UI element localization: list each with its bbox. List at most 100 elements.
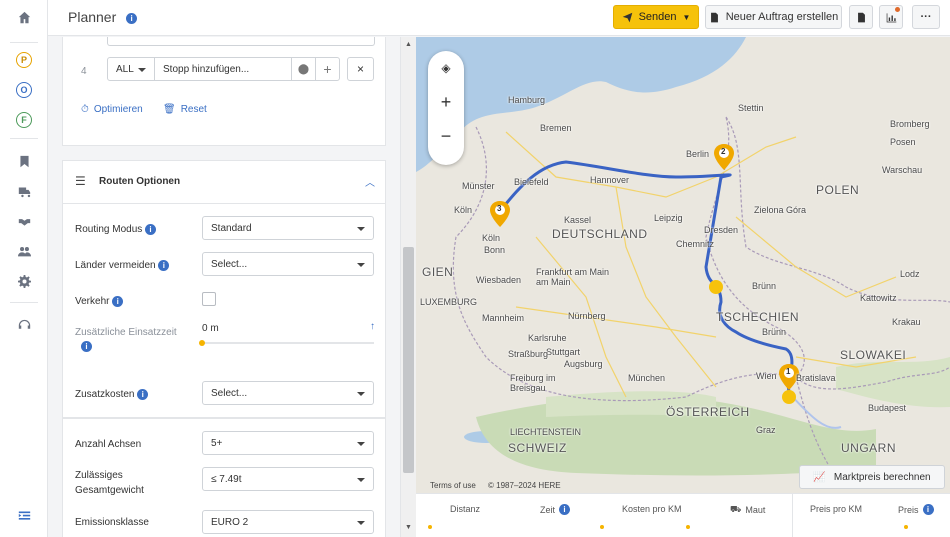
city-label: Warschau [882, 165, 923, 175]
rail-letter-o[interactable]: O [0, 75, 48, 105]
scroll-up-arrow[interactable]: ▲ [405, 41, 412, 48]
city-label: Berlin [686, 149, 710, 159]
send-button[interactable]: Senden ▼ [613, 5, 699, 29]
terms-link[interactable]: Terms of use [430, 481, 476, 490]
rail-divider [10, 42, 38, 43]
plus-icon: + [323, 61, 332, 77]
info-icon[interactable]: i [559, 504, 571, 515]
city-label: Chemnitz [676, 239, 715, 249]
left-panel: 4 ALL Stopp hinzufügen... ⬤ + × ⏱ Optimi… [48, 37, 400, 537]
info-icon[interactable]: i [112, 295, 124, 307]
scroll-thumb[interactable] [403, 247, 414, 473]
city-label: Lodz [900, 269, 920, 279]
distance-indicator [428, 525, 432, 529]
pdf-button[interactable] [849, 5, 873, 29]
reset-link[interactable]: 🗑 Reset [163, 104, 207, 115]
info-icon[interactable]: i [137, 388, 149, 400]
avoid-countries-select[interactable]: Select... [202, 252, 374, 276]
gear-icon[interactable] [0, 266, 48, 296]
country-label: TSCHECHIEN [716, 310, 800, 324]
more-label: ··· [920, 11, 932, 23]
route-options-header[interactable]: ☰ Routen Optionen ︿ [63, 161, 385, 204]
remove-stop-button[interactable]: × [347, 57, 374, 81]
optimize-label: Optimieren [93, 104, 143, 115]
stops-card: 4 ALL Stopp hinzufügen... ⬤ + × ⏱ Optimi… [62, 37, 386, 146]
new-order-label: Neuer Auftrag erstellen [725, 11, 839, 23]
price-indicator [904, 525, 908, 529]
info-icon[interactable]: i [126, 12, 138, 24]
collapse-menu-icon[interactable] [0, 500, 48, 530]
info-icon[interactable]: i [81, 341, 92, 352]
close-icon: × [356, 62, 364, 76]
country-label: UNGARN [841, 441, 897, 455]
panel-scrollbar[interactable]: ▲ ▼ [400, 37, 416, 537]
stopwatch-icon: ⏱ [81, 104, 89, 115]
caret-icon [357, 263, 365, 267]
market-price-button[interactable]: 📈 Marktpreis berechnen [799, 465, 945, 489]
stats-bar: Distanz Zeit i Kosten pro KM ⛟ Maut Preis… [416, 493, 950, 537]
arrow-up-icon[interactable]: ↑ [370, 321, 375, 332]
city-label: Krakau [892, 317, 921, 327]
city-label: Dresden [704, 225, 739, 235]
truck-icon[interactable] [0, 176, 48, 206]
time-stat: Zeit i [540, 504, 571, 515]
marker-3-label: 3 [497, 204, 502, 213]
traffic-checkbox[interactable] [202, 292, 216, 306]
avoid-countries-label: Länder vermeiden i [75, 258, 170, 273]
zoom-in-button[interactable]: + [428, 87, 464, 117]
send-label: Senden [638, 11, 677, 23]
rail-letter-f[interactable]: F [0, 105, 48, 135]
extra-time-slider[interactable] [199, 340, 374, 346]
rail-letter-p[interactable]: P [0, 45, 48, 75]
price-per-km-stat: Preis pro KM [810, 504, 863, 514]
routing-mode-select[interactable]: Standard [202, 216, 374, 240]
country-label: SCHWEIZ [508, 441, 567, 455]
caret-icon [357, 478, 365, 482]
weight-select[interactable]: ≤ 7.49t [202, 467, 374, 491]
route-marker-2[interactable]: 2 [714, 144, 734, 170]
route-map[interactable]: 1 2 3 DEUTSCHLAND POLEN TSCHECHIEN ÖSTER… [416, 37, 950, 493]
optimize-link[interactable]: ⏱ Optimieren [81, 104, 143, 115]
extra-costs-select[interactable]: Select... [202, 381, 374, 405]
previous-stop-field[interactable] [107, 37, 375, 46]
caret-icon [357, 227, 365, 231]
country-label: LUXEMBURG [420, 297, 478, 307]
info-icon[interactable]: i [145, 223, 157, 235]
chevron-down-icon: ▼ [682, 12, 691, 22]
city-label: Wien [756, 371, 777, 381]
home-icon[interactable] [0, 2, 48, 32]
add-stop-button[interactable]: + [315, 57, 340, 81]
axles-select[interactable]: 5+ [202, 431, 374, 455]
country-label: POLEN [816, 183, 860, 197]
time-indicator [600, 525, 604, 529]
zoom-out-button[interactable]: − [428, 121, 464, 151]
routing-mode-label: Routing Modus i [75, 222, 157, 237]
more-button[interactable]: ··· [912, 5, 940, 29]
city-label: Leipzig [654, 213, 683, 223]
bookmark-icon[interactable] [0, 146, 48, 176]
city-label: Freiburg im [510, 373, 556, 383]
city-label: Karlsruhe [528, 333, 567, 343]
headset-icon[interactable] [0, 310, 48, 340]
layers-icon[interactable]: ◈ [428, 53, 464, 83]
users-icon[interactable] [0, 236, 48, 266]
chart-button[interactable] [879, 5, 903, 29]
city-label: Bratislava [796, 373, 836, 383]
country-label: DEUTSCHLAND [552, 227, 648, 241]
city-label: München [628, 373, 666, 383]
route-marker-3[interactable]: 3 [490, 201, 510, 227]
info-icon[interactable]: i [158, 259, 170, 271]
location-pin-button[interactable]: ⬤ [291, 57, 316, 81]
country-select-value: ALL [116, 63, 134, 75]
country-select[interactable]: ALL [107, 57, 155, 81]
info-icon[interactable]: i [922, 504, 934, 515]
emission-select[interactable]: EURO 2 [202, 510, 374, 534]
stop-input[interactable]: Stopp hinzufügen... [154, 57, 292, 81]
handshake-icon[interactable] [0, 206, 48, 236]
weight-label-line2: Gesamtgewicht [75, 485, 144, 496]
scroll-down-arrow[interactable]: ▼ [405, 524, 412, 531]
new-order-button[interactable]: Neuer Auftrag erstellen [705, 5, 842, 29]
slider-handle[interactable] [199, 340, 205, 346]
country-label: LIECHTENSTEIN [510, 427, 582, 437]
city-label: Bromberg [890, 119, 930, 129]
